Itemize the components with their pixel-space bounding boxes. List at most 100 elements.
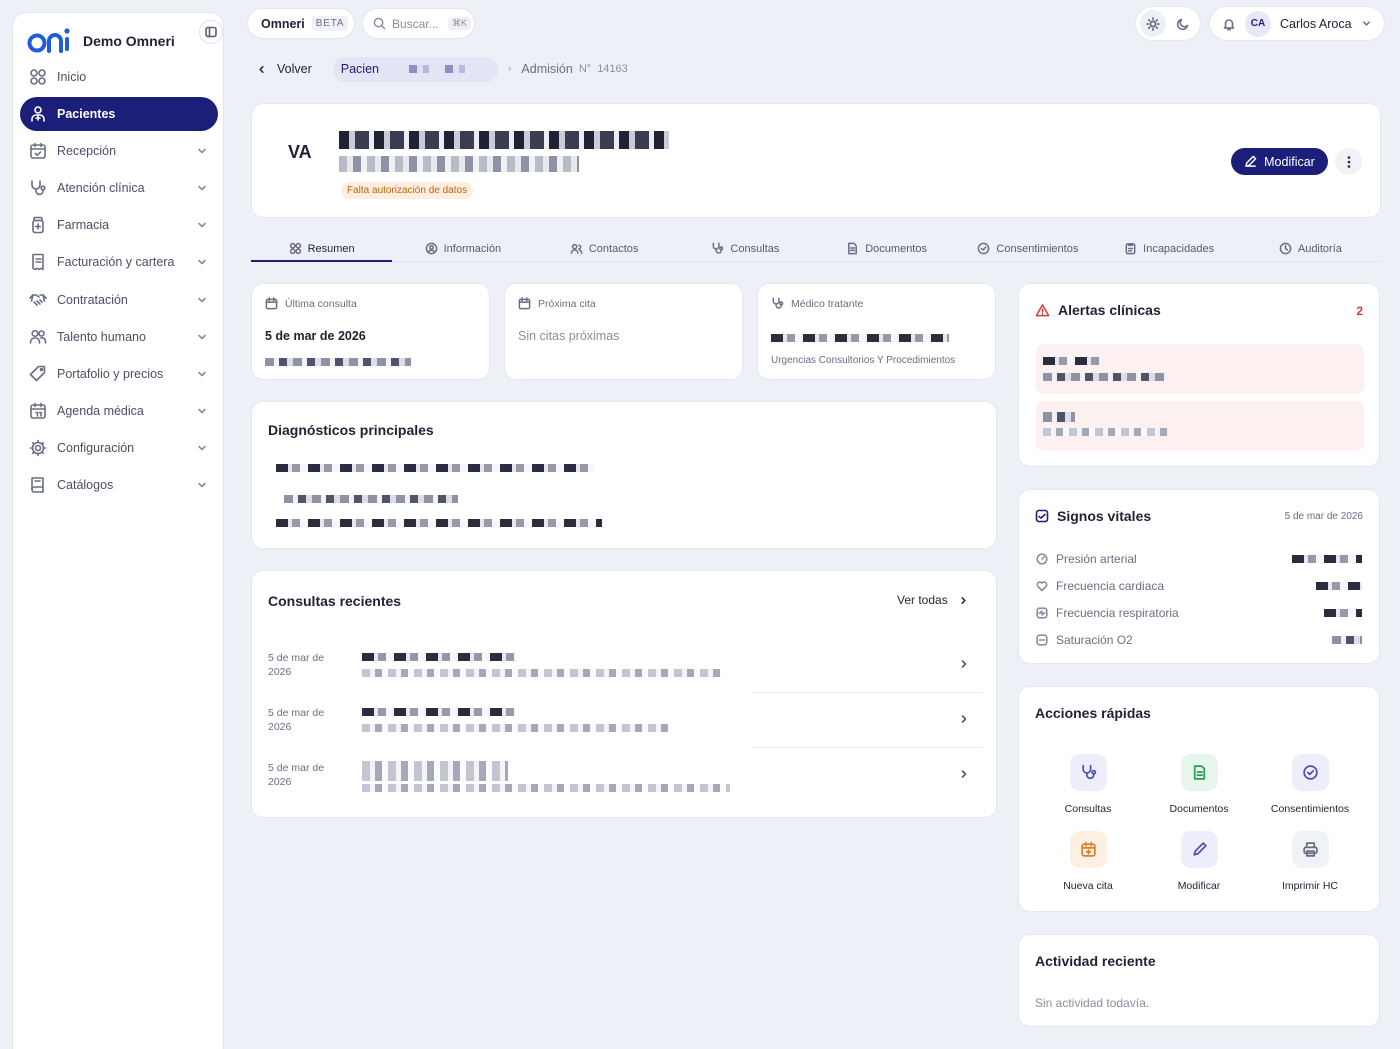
quick-action-nueva-cita[interactable]: Nueva cita xyxy=(1033,831,1143,892)
sidebar-item-atencion-clinica[interactable]: Atención clínica xyxy=(20,171,218,205)
sidebar-item-portafolio[interactable]: Portafolio y precios xyxy=(20,357,218,391)
quick-action-imprimir-hc[interactable]: Imprimir HC xyxy=(1255,831,1365,892)
modify-button[interactable]: Modificar xyxy=(1231,148,1328,175)
quick-action-icon-box xyxy=(1180,831,1218,868)
sidebar-item-inicio[interactable]: Inicio xyxy=(20,60,218,94)
consult-row[interactable]: 5 de mar de 2026 xyxy=(268,750,982,805)
clinical-alerts-title: Alertas clínicas xyxy=(1058,302,1161,318)
tab-informacion[interactable]: Información xyxy=(392,236,533,261)
redacted-diagnosis-1 xyxy=(276,464,594,472)
chevron-down-icon xyxy=(196,368,208,380)
app-switcher[interactable]: Omneri BETA xyxy=(247,8,355,39)
tab-label: Resumen xyxy=(307,242,355,255)
tab-label: Incapacidades xyxy=(1143,242,1215,255)
tab-label: Contactos xyxy=(588,242,639,255)
sidebar-item-farmacia[interactable]: Farmacia xyxy=(20,208,218,242)
dark-mode-button[interactable] xyxy=(1170,10,1196,37)
quick-action-modificar[interactable]: Modificar xyxy=(1144,831,1254,892)
gear-icon xyxy=(29,439,47,457)
diagnoses-title: Diagnósticos principales xyxy=(268,422,434,438)
alert-item[interactable] xyxy=(1036,401,1364,451)
chevron-down-icon xyxy=(196,145,208,157)
quick-action-label: Consentimientos xyxy=(1270,803,1350,815)
tab-documentos[interactable]: Documentos xyxy=(816,236,957,261)
vital-signs-date: 5 de mar de 2026 xyxy=(1284,511,1363,522)
user-circle-icon xyxy=(425,242,438,255)
bell-icon[interactable] xyxy=(1222,17,1236,31)
calendar-icon xyxy=(518,297,531,310)
quick-action-icon-box xyxy=(1291,831,1329,868)
admission-number: 14163 xyxy=(597,63,628,75)
back-label: Volver xyxy=(277,62,312,76)
tab-consultas[interactable]: Consultas xyxy=(675,236,816,261)
patients-icon xyxy=(29,105,47,123)
sidebar-collapse-button[interactable] xyxy=(199,20,223,44)
attending-doctor-label: Médico tratante xyxy=(791,297,864,310)
sidebar-item-facturacion[interactable]: Facturación y cartera xyxy=(20,245,218,279)
history-icon xyxy=(1279,242,1292,255)
back-link[interactable]: Volver xyxy=(256,62,312,76)
quick-actions-card: Acciones rápidas Consultas Documentos Co… xyxy=(1018,686,1380,912)
user-menu[interactable]: CA Carlos Aroca xyxy=(1209,6,1385,41)
tab-label: Auditoría xyxy=(1297,242,1342,255)
document-icon xyxy=(1191,764,1208,781)
tab-contactos[interactable]: Contactos xyxy=(534,236,675,261)
warning-triangle-icon xyxy=(1035,303,1050,318)
theme-switch xyxy=(1135,6,1201,41)
patient-tabs: Resumen Información Contactos Consultas … xyxy=(251,236,1381,262)
redacted-consult-title xyxy=(362,761,508,781)
modify-label: Modificar xyxy=(1264,154,1315,169)
vital-row-oxygen-saturation: Saturación O2 xyxy=(1036,631,1366,649)
consult-row[interactable]: 5 de mar de 2026 xyxy=(268,640,982,695)
check-circle-icon xyxy=(977,242,990,255)
search-input[interactable] xyxy=(392,16,442,31)
see-all-link[interactable]: Ver todas xyxy=(897,593,969,607)
tab-auditoria[interactable]: Auditoría xyxy=(1240,236,1381,261)
quick-action-documentos[interactable]: Documentos xyxy=(1144,754,1254,815)
sidebar-toggle-icon xyxy=(205,26,217,38)
redacted-diagnosis-2 xyxy=(284,495,458,503)
chevron-down-icon xyxy=(196,479,208,491)
vital-label: Frecuencia cardiaca xyxy=(1056,579,1165,593)
breadcrumb-patient[interactable]: Pacien xyxy=(332,56,498,82)
admission-prefix: N° xyxy=(578,63,592,75)
sidebar-item-recepcion[interactable]: Recepción xyxy=(20,134,218,168)
chevron-down-icon xyxy=(196,405,208,417)
tab-resumen[interactable]: Resumen xyxy=(251,236,393,262)
sidebar: Demo Omneri Inicio Pacientes Recepción A… xyxy=(12,12,224,1049)
redacted-consult-detail xyxy=(362,669,722,677)
clinical-alerts-card: Alertas clínicas 2 xyxy=(1018,283,1380,467)
sidebar-item-label: Recepción xyxy=(57,144,117,159)
consult-date: 5 de mar de 2026 xyxy=(268,652,325,678)
search-bar[interactable]: ⌘K xyxy=(362,8,475,39)
sidebar-item-label: Facturación y cartera xyxy=(57,255,175,270)
consult-row[interactable]: 5 de mar de 2026 xyxy=(268,695,982,750)
sidebar-item-pacientes[interactable]: Pacientes xyxy=(20,97,218,132)
sidebar-item-agenda-medica[interactable]: Agenda médica xyxy=(20,394,218,428)
alert-item[interactable] xyxy=(1036,344,1364,394)
grid-icon xyxy=(29,68,47,86)
sidebar-item-contratacion[interactable]: Contratación xyxy=(20,283,218,317)
brand-name: Demo Omneri xyxy=(83,33,175,49)
tag-icon xyxy=(29,365,47,383)
tab-incapacidades[interactable]: Incapacidades xyxy=(1099,236,1240,261)
breadcrumb-separator: › xyxy=(507,63,512,75)
light-mode-button[interactable] xyxy=(1140,10,1166,37)
sidebar-item-catalogos[interactable]: Catálogos xyxy=(20,468,218,502)
chevron-down-icon xyxy=(196,219,208,231)
quick-action-consentimientos[interactable]: Consentimientos xyxy=(1255,754,1365,815)
attending-doctor-card: Médico tratante Urgencias Consultorios Y… xyxy=(757,283,996,380)
tab-consentimientos[interactable]: Consentimientos xyxy=(957,236,1098,261)
more-options-button[interactable] xyxy=(1335,148,1362,175)
brand[interactable]: Demo Omneri xyxy=(27,21,175,61)
recent-activity-empty: Sin actividad todavía. xyxy=(1035,996,1150,1010)
app-name: Omneri xyxy=(261,16,305,31)
sidebar-item-talento-humano[interactable]: Talento humano xyxy=(20,320,218,354)
quick-action-consultas[interactable]: Consultas xyxy=(1033,754,1143,815)
quick-action-label: Modificar xyxy=(1177,880,1221,892)
clipboard-icon xyxy=(1124,242,1137,255)
handshake-icon xyxy=(29,291,47,309)
sidebar-item-configuracion[interactable]: Configuración xyxy=(20,431,218,465)
redacted-vital-value xyxy=(1316,582,1362,590)
redacted-patient-name xyxy=(408,65,473,73)
